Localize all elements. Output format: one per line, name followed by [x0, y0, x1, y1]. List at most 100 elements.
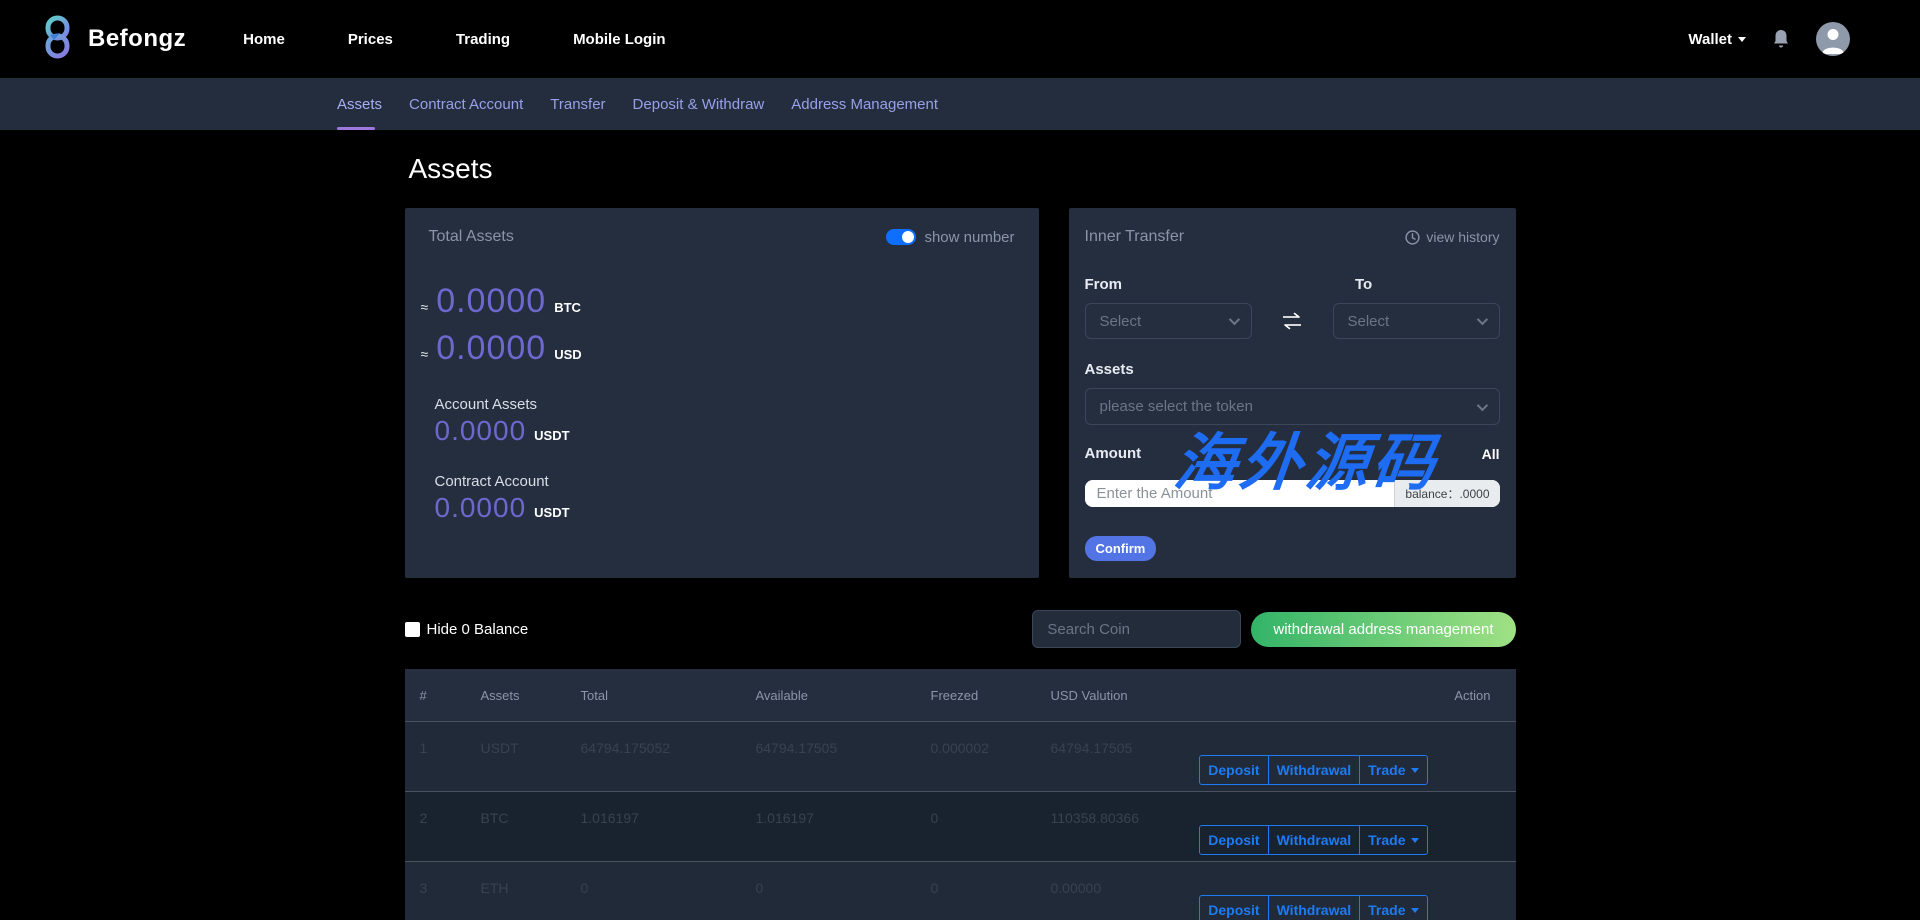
- col-total: Total: [580, 687, 608, 703]
- search-coin-input[interactable]: [1032, 610, 1242, 648]
- from-select[interactable]: Select: [1084, 303, 1252, 339]
- cell-index: 1: [419, 740, 428, 756]
- subnav-address-management[interactable]: Address Management: [791, 78, 938, 130]
- nav-trading[interactable]: Trading: [456, 31, 510, 48]
- approx-symbol: ≈: [420, 299, 429, 315]
- all-button[interactable]: All: [1482, 446, 1500, 462]
- caret-down-icon: [1410, 837, 1419, 843]
- brand-logo[interactable]: Befongz: [40, 15, 186, 64]
- wallet-label: Wallet: [1688, 30, 1732, 48]
- chevron-down-icon: [1228, 313, 1240, 326]
- page-title: Assets: [408, 153, 493, 184]
- trade-dropdown-button[interactable]: Trade: [1359, 755, 1428, 785]
- amount-label: Amount: [1084, 445, 1142, 462]
- confirm-button[interactable]: Confirm: [1084, 536, 1157, 561]
- account-assets-label: Account Assets: [434, 396, 538, 413]
- table-row: 1 USDT 64794.175052 64794.17505 0.000002…: [404, 721, 1516, 791]
- cell-available: 64794.17505: [755, 740, 838, 756]
- avatar[interactable]: [1816, 22, 1850, 56]
- subnav-deposit-withdraw[interactable]: Deposit & Withdraw: [633, 78, 765, 130]
- trade-dropdown-button[interactable]: Trade: [1359, 825, 1428, 855]
- deposit-button[interactable]: Deposit: [1199, 895, 1269, 920]
- caret-down-icon: [1738, 36, 1746, 42]
- contract-account-label: Contract Account: [434, 473, 549, 490]
- cell-total: 1.016197: [580, 810, 639, 826]
- assets-table-header: # Assets Total Available Freezed USD Val…: [405, 669, 1516, 721]
- account-assets-unit: USDT: [534, 428, 570, 443]
- hide-zero-label: Hide 0 Balance: [426, 620, 529, 638]
- swap-direction-button[interactable]: [1252, 312, 1333, 330]
- cell-asset: ETH: [480, 880, 509, 896]
- token-select[interactable]: please select the token: [1084, 388, 1500, 425]
- col-index: #: [419, 687, 427, 703]
- total-assets-card: Total Assets show number ≈ 0.0000 BTC ≈ …: [404, 208, 1039, 578]
- cell-freezed: 0.000002: [930, 740, 989, 756]
- contract-account-unit: USDT: [534, 505, 570, 520]
- col-usd-valution: USD Valution: [1050, 687, 1128, 703]
- inner-transfer-card: Inner Transfer view history From To Sele…: [1068, 208, 1516, 578]
- withdrawal-button[interactable]: Withdrawal: [1267, 755, 1361, 785]
- hide-zero-checkbox[interactable]: [404, 621, 420, 637]
- table-row: 3 ETH 0 0 0 0.00000 Deposit Withdrawal T…: [404, 861, 1516, 920]
- cell-asset: BTC: [480, 810, 509, 826]
- caret-down-icon: [1410, 767, 1419, 773]
- main-nav: Home Prices Trading Mobile Login: [243, 31, 665, 48]
- cell-total: 64794.175052: [580, 740, 671, 756]
- bell-icon[interactable]: [1772, 29, 1790, 49]
- cell-total: 0: [580, 880, 589, 896]
- withdrawal-address-management-button[interactable]: withdrawal address management: [1251, 611, 1516, 647]
- contract-account-value: 0.0000: [434, 492, 527, 523]
- brand-logo-icon: [40, 15, 74, 64]
- view-history-link[interactable]: view history: [1405, 229, 1500, 245]
- assets-subnav: Assets Contract Account Transfer Deposit…: [0, 78, 1920, 130]
- nav-mobile-login[interactable]: Mobile Login: [573, 31, 665, 48]
- cell-freezed: 0: [930, 810, 939, 826]
- subnav-contract-account[interactable]: Contract Account: [409, 78, 523, 130]
- col-available: Available: [755, 687, 809, 703]
- cell-usd: 0.00000: [1050, 880, 1102, 896]
- nav-home[interactable]: Home: [243, 31, 285, 48]
- deposit-button[interactable]: Deposit: [1199, 825, 1269, 855]
- cell-usd: 110358.80366: [1050, 810, 1140, 826]
- total-usd-line: ≈ 0.0000 USD: [421, 329, 1015, 368]
- cell-asset: USDT: [480, 740, 519, 756]
- from-select-value: Select: [1099, 312, 1142, 330]
- caret-down-icon: [1410, 907, 1419, 913]
- amount-input-group: balance：.0000: [1084, 480, 1500, 507]
- subnav-assets[interactable]: Assets: [337, 78, 382, 130]
- show-number-toggle[interactable]: [886, 229, 917, 245]
- clock-icon: [1405, 229, 1420, 245]
- total-btc-unit: BTC: [554, 300, 581, 315]
- account-assets-section: Account Assets 0.0000 USDT: [435, 396, 1015, 447]
- balance-suffix: balance：.0000: [1394, 480, 1500, 507]
- to-label: To: [1355, 276, 1373, 293]
- withdrawal-button[interactable]: Withdrawal: [1267, 895, 1361, 920]
- amount-input[interactable]: [1084, 480, 1395, 507]
- cell-available: 1.016197: [755, 810, 814, 826]
- chevron-down-icon: [1476, 399, 1488, 411]
- withdrawal-button[interactable]: Withdrawal: [1267, 825, 1361, 855]
- account-assets-value: 0.0000: [434, 415, 527, 446]
- token-select-value: please select the token: [1099, 398, 1253, 415]
- cell-index: 3: [419, 880, 428, 896]
- deposit-button[interactable]: Deposit: [1199, 755, 1269, 785]
- wallet-dropdown[interactable]: Wallet: [1688, 31, 1746, 48]
- col-freezed: Freezed: [930, 687, 979, 703]
- hide-zero-balance[interactable]: Hide 0 Balance: [404, 620, 529, 638]
- table-row: 2 BTC 1.016197 1.016197 0 110358.80366 D…: [404, 791, 1516, 861]
- total-btc-value: 0.0000: [436, 282, 547, 320]
- to-select[interactable]: Select: [1332, 303, 1500, 339]
- contract-account-section: Contract Account 0.0000 USDT: [435, 473, 1015, 524]
- assets-table: # Assets Total Available Freezed USD Val…: [404, 669, 1516, 920]
- cell-usd: 64794.17505: [1050, 740, 1133, 756]
- subnav-transfer[interactable]: Transfer: [550, 78, 605, 130]
- trade-dropdown-button[interactable]: Trade: [1359, 895, 1428, 920]
- total-usd-value: 0.0000: [436, 329, 547, 367]
- nav-prices[interactable]: Prices: [348, 31, 393, 48]
- cell-index: 2: [419, 810, 428, 826]
- assets-label: Assets: [1084, 361, 1134, 378]
- col-assets: Assets: [480, 687, 520, 703]
- from-label: From: [1084, 276, 1123, 293]
- total-btc-line: ≈ 0.0000 BTC: [421, 282, 1015, 321]
- approx-symbol: ≈: [420, 346, 429, 362]
